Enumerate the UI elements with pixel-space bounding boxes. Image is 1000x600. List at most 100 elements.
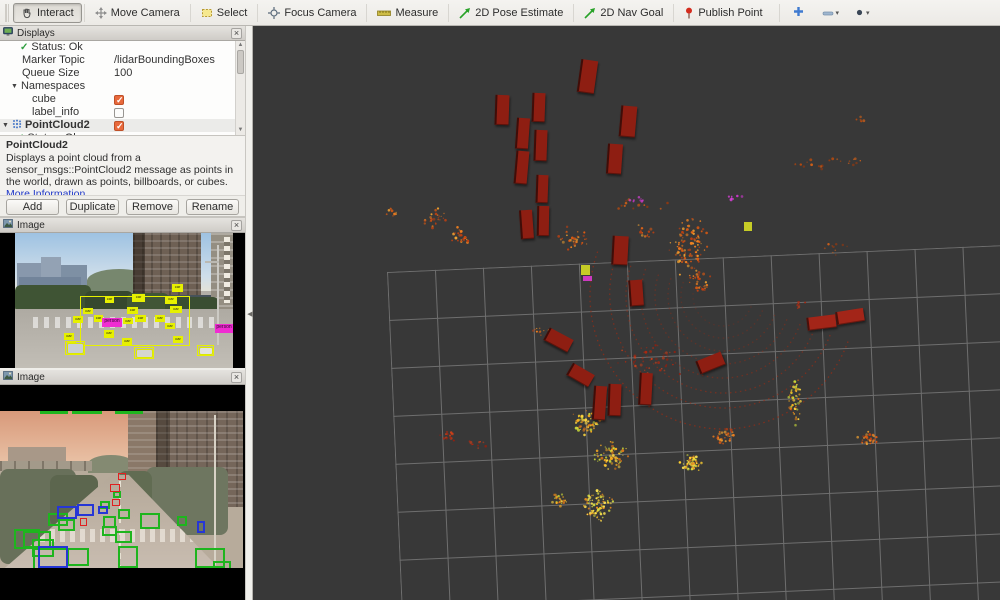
cube-checkbox[interactable] xyxy=(114,95,124,105)
tree-row-marker-topic[interactable]: Marker Topic /lidarBoundingBoxes xyxy=(0,54,245,67)
traffic-photo-day: carcarcarcarcarcarcarcarcarcarcarcarcarc… xyxy=(15,233,233,368)
lidar-bounding-box xyxy=(566,363,595,388)
detection-box xyxy=(40,411,68,414)
tree-row-label: Status: Ok xyxy=(27,132,78,136)
detection-box xyxy=(118,473,126,480)
toolbar-separator xyxy=(366,4,367,22)
lidar-bounding-box xyxy=(514,150,530,184)
nav-goal-tool-button[interactable]: 2D Nav Goal xyxy=(576,3,671,23)
cluster-marker xyxy=(583,276,592,281)
detection-box xyxy=(199,347,213,355)
detection-label: person xyxy=(102,318,122,327)
tree-scrollbar-thumb[interactable] xyxy=(237,50,244,74)
toolbar-separator xyxy=(84,4,85,22)
interact-tool-label: Interact xyxy=(37,7,74,19)
detection-label: car xyxy=(105,296,114,303)
detection-box xyxy=(213,561,231,568)
pointcloud2-icon xyxy=(12,119,22,133)
expander-icon[interactable]: ▼ xyxy=(2,119,9,132)
tool-properties-dot-icon xyxy=(855,4,864,22)
pose-estimate-tool-label: 2D Pose Estimate xyxy=(475,7,563,19)
duplicate-display-button[interactable]: Duplicate xyxy=(66,199,119,215)
rename-display-button[interactable]: Rename xyxy=(186,199,239,215)
rviz-window: Interact Move Camera Select Focus Camera xyxy=(0,0,1000,600)
lidar-bounding-box xyxy=(619,105,638,137)
add-tool-button[interactable] xyxy=(788,3,809,23)
tree-row-namespaces[interactable]: ▼Namespaces xyxy=(0,80,245,93)
detection-label: car xyxy=(73,316,83,323)
tree-row-status[interactable]: ✓Status: Ok xyxy=(0,41,245,54)
toolbar-drag-handle[interactable] xyxy=(5,4,9,22)
toolbar-separator xyxy=(779,4,780,22)
lidar-boxes-layer xyxy=(253,26,1000,600)
lidar-bounding-box xyxy=(628,280,644,307)
move-camera-tool-button[interactable]: Move Camera xyxy=(87,3,188,23)
displays-button-row: Add Duplicate Remove Rename xyxy=(0,196,245,217)
scroll-up-arrow-icon[interactable]: ▲ xyxy=(237,42,244,49)
toolbar-separator xyxy=(190,4,191,22)
detection-label: car xyxy=(64,333,74,340)
remove-tool-minus-icon xyxy=(822,4,834,22)
detection-box xyxy=(67,548,89,566)
tree-scrollbar[interactable]: ▲ ▼ xyxy=(235,41,245,135)
detection-box xyxy=(118,509,130,519)
publish-point-tool-button[interactable]: Publish Point xyxy=(676,3,770,23)
image-panel-1-header[interactable]: Image × xyxy=(0,218,245,233)
panel-splitter[interactable]: ◀ xyxy=(245,26,253,600)
select-tool-label: Select xyxy=(217,7,248,19)
image-panel-2-close-button[interactable]: × xyxy=(231,372,242,383)
tool-properties-button[interactable]: ▾ xyxy=(850,3,875,23)
lidar-bounding-box xyxy=(515,118,530,150)
toolbar-separator xyxy=(448,4,449,22)
description-title: PointCloud2 xyxy=(6,139,239,151)
pose-estimate-tool-button[interactable]: 2D Pose Estimate xyxy=(451,3,571,23)
image-panel-1-close-button[interactable]: × xyxy=(231,220,242,231)
tree-row-queue-size[interactable]: Queue Size 100 xyxy=(0,67,245,80)
detection-box xyxy=(67,343,84,354)
focus-camera-tool-label: Focus Camera xyxy=(284,7,356,19)
select-tool-button[interactable]: Select xyxy=(193,3,256,23)
displays-panel-icon xyxy=(3,27,13,39)
focus-camera-tool-button[interactable]: Focus Camera xyxy=(260,3,364,23)
tree-row-label-info[interactable]: label_info xyxy=(0,106,245,119)
remove-display-button[interactable]: Remove xyxy=(126,199,179,215)
marker-topic-value[interactable]: /lidarBoundingBoxes xyxy=(114,54,215,67)
detection-box xyxy=(58,519,75,531)
traffic-photo-infrared xyxy=(0,411,243,568)
status-ok-check-icon: ✓ xyxy=(20,41,28,54)
detection-label: car xyxy=(172,284,183,292)
interact-tool-button[interactable]: Interact xyxy=(13,3,82,23)
expander-icon[interactable]: ▼ xyxy=(11,80,18,93)
camera-image-day: carcarcarcarcarcarcarcarcarcarcarcarcarc… xyxy=(0,233,245,368)
queue-size-value[interactable]: 100 xyxy=(114,67,132,80)
lidar-bounding-box xyxy=(607,384,621,416)
tree-row-label: Namespaces xyxy=(21,80,85,93)
tree-row-label: Marker Topic xyxy=(22,54,85,67)
scroll-down-arrow-icon[interactable]: ▼ xyxy=(237,127,244,134)
interact-hand-icon xyxy=(21,7,33,19)
measure-tool-button[interactable]: Measure xyxy=(369,3,446,23)
detections-overlay: carcarcarcarcarcarcarcarcarcarcarcarcarc… xyxy=(15,233,233,368)
image-panel-icon xyxy=(3,371,13,383)
detection-box xyxy=(72,411,102,414)
displays-panel-close-button[interactable]: × xyxy=(231,28,242,39)
status-ok-check-icon: ✓ xyxy=(16,132,24,136)
pointcloud2-checkbox[interactable] xyxy=(114,121,124,131)
detection-box xyxy=(140,513,160,529)
3d-viewport[interactable] xyxy=(253,26,1000,600)
more-information-link[interactable]: More Information. xyxy=(6,188,88,196)
toolbar-separator xyxy=(573,4,574,22)
displays-panel-header[interactable]: Displays × xyxy=(0,26,245,41)
tree-row-pointcloud2[interactable]: ▼ PointCloud2 xyxy=(0,119,245,132)
add-display-button[interactable]: Add xyxy=(6,199,59,215)
image-panel-2-header[interactable]: Image × xyxy=(0,370,245,385)
displays-tree: ✓Status: Ok Marker Topic /lidarBoundingB… xyxy=(0,41,245,136)
label-info-checkbox[interactable] xyxy=(114,108,124,118)
tree-row-label: cube xyxy=(32,93,56,106)
tree-row-status-partial[interactable]: ✓Status: Ok xyxy=(0,132,245,136)
image-panel-icon xyxy=(3,219,13,231)
tree-row-cube[interactable]: cube xyxy=(0,93,245,106)
remove-tool-button[interactable]: ▾ xyxy=(817,3,845,23)
detection-label: car xyxy=(165,296,177,304)
detection-box xyxy=(136,349,153,358)
